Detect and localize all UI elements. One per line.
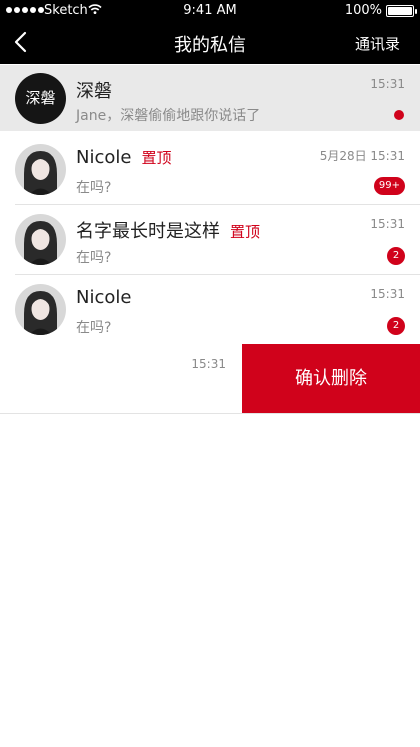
message-time: 15:31 — [370, 77, 405, 91]
message-preview: Jane，深磐偷偷地跟你说话了 — [76, 108, 261, 124]
person-avatar-icon — [15, 284, 66, 335]
battery-icon — [386, 5, 417, 17]
pinned-label: 置顶 — [230, 223, 261, 241]
conversation-row[interactable]: Nicole 在吗? 15:31 2 — [0, 275, 420, 345]
avatar-text: 深磐 — [25, 89, 56, 107]
message-time: 15:31 — [191, 357, 226, 371]
contact-name: Nicole — [76, 287, 132, 308]
nav-bar: 我的私信 通讯录 — [0, 22, 420, 64]
message-time: 15:31 — [370, 217, 405, 231]
top-bar: Sketch 9:41 AM 100% 我的私信 通讯录 — [0, 0, 420, 64]
person-avatar-icon — [15, 214, 66, 265]
conversation-name: 名字最长时是这样 置顶 — [76, 217, 260, 243]
swiped-conversation-row[interactable]: 15:31 确认删除 — [0, 344, 420, 414]
pinned-label: 置顶 — [141, 149, 172, 167]
avatar — [15, 284, 66, 335]
conversation-name: 深磐 — [76, 81, 112, 102]
message-time: 15:31 — [370, 287, 405, 301]
conversation-name: Nicole 置顶 — [76, 147, 171, 168]
conversation-row[interactable]: Nicole 置顶 在吗? 5月28日 15:31 99+ — [0, 135, 420, 205]
unread-badge: 2 — [387, 317, 405, 335]
unread-dot — [394, 110, 404, 120]
system-message-row[interactable]: 深磐 深磐 Jane，深磐偷偷地跟你说话了 15:31 — [0, 65, 420, 131]
message-time: 5月28日 15:31 — [319, 149, 405, 163]
avatar — [15, 144, 66, 195]
person-avatar-icon — [15, 144, 66, 195]
unread-badge: 2 — [387, 247, 405, 265]
contacts-button[interactable]: 通讯录 — [355, 33, 400, 54]
battery-percent: 100% — [344, 3, 382, 18]
status-bar: Sketch 9:41 AM 100% — [0, 0, 420, 22]
message-preview: 在吗? — [76, 320, 112, 336]
confirm-delete-button[interactable]: 确认删除 — [242, 344, 420, 414]
message-preview: 在吗? — [76, 250, 112, 266]
contact-name: Nicole — [76, 147, 132, 168]
message-preview: 在吗? — [76, 180, 112, 196]
avatar — [15, 214, 66, 265]
conversation-row[interactable]: 名字最长时是这样 置顶 在吗? 15:31 2 — [0, 205, 420, 275]
conversation-name: Nicole — [76, 287, 131, 308]
divider — [0, 413, 420, 414]
avatar: 深磐 — [15, 73, 66, 124]
contact-name: 名字最长时是这样 — [76, 221, 220, 242]
unread-badge: 99+ — [373, 177, 405, 195]
